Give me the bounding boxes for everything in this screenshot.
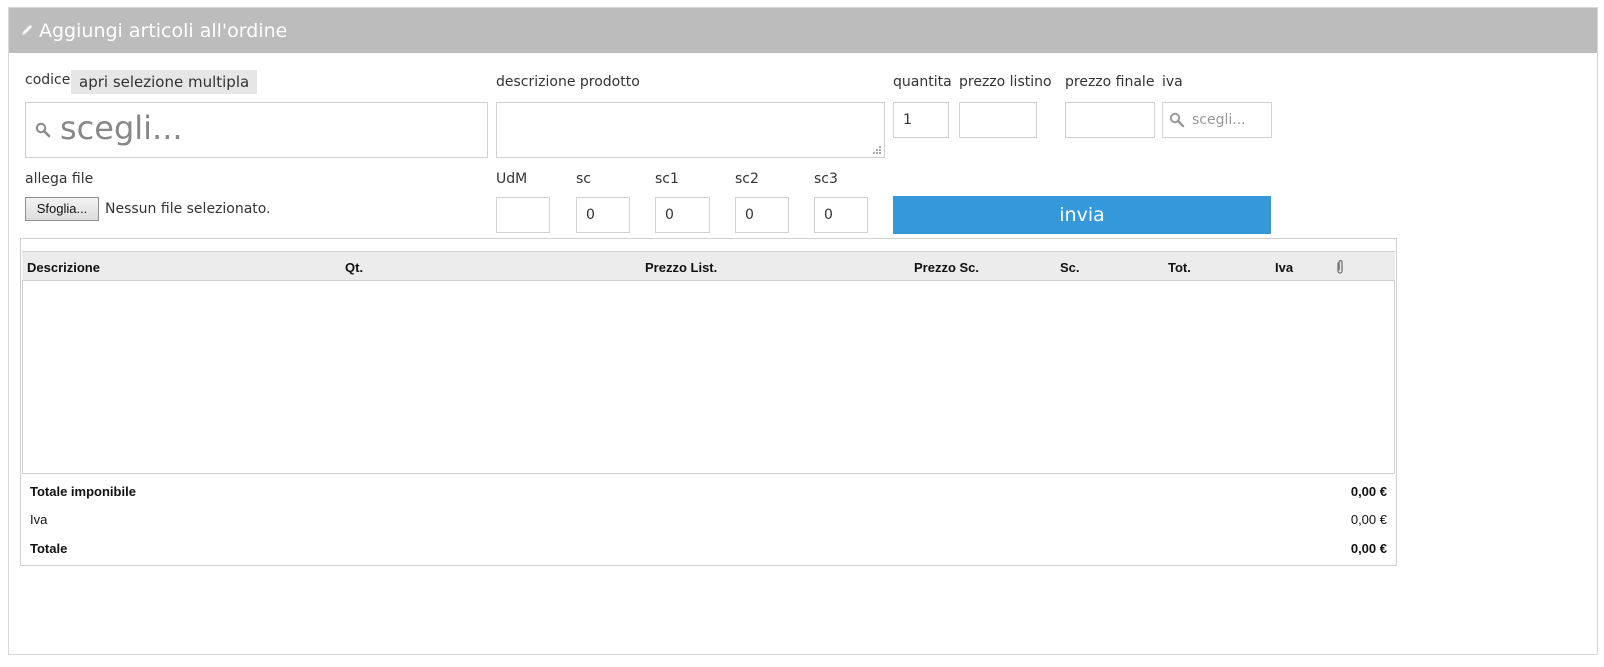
submit-button[interactable]: invia: [893, 196, 1271, 234]
column-header-descrizione: Descrizione: [27, 260, 100, 275]
descrizione-textarea[interactable]: [496, 102, 885, 158]
sc-input[interactable]: 0: [576, 197, 630, 233]
sc3-value: 0: [824, 207, 833, 223]
iva-total-label: Iva: [30, 512, 48, 527]
sc3-input[interactable]: 0: [814, 197, 868, 233]
multi-select-button[interactable]: apri selezione multipla: [71, 70, 258, 94]
iva-placeholder: scegli...: [1192, 112, 1246, 128]
table-header: Descrizione Qt. Prezzo List. Prezzo Sc. …: [22, 251, 1395, 281]
sc1-input[interactable]: 0: [655, 197, 710, 233]
search-icon: [35, 122, 51, 138]
no-file-text: Nessun file selezionato.: [105, 201, 271, 217]
totale-label: Totale: [30, 541, 68, 556]
allega-label: allega file: [25, 171, 94, 187]
sc-value: 0: [586, 207, 595, 223]
sc2-label: sc2: [735, 171, 759, 187]
search-icon: [1169, 112, 1185, 128]
udm-label: UdM: [496, 171, 528, 187]
pencil-icon: [22, 25, 32, 35]
codice-placeholder: scegli...: [60, 109, 183, 147]
prezzo-listino-label: prezzo listino: [959, 74, 1052, 90]
column-header-tot: Tot.: [1168, 260, 1191, 275]
panel-header: Aggiungi articoli all'ordine: [9, 8, 1597, 53]
codice-label: codice: [25, 72, 71, 88]
prezzo-listino-input[interactable]: [959, 102, 1037, 138]
sc-label: sc: [576, 171, 591, 187]
quantita-label: quantita: [893, 74, 952, 90]
sc3-label: sc3: [814, 171, 838, 187]
prezzo-finale-input[interactable]: [1065, 102, 1155, 138]
column-header-qt: Qt.: [345, 260, 364, 275]
iva-label: iva: [1162, 74, 1183, 90]
sc2-input[interactable]: 0: [735, 197, 789, 233]
iva-select[interactable]: scegli...: [1162, 102, 1272, 138]
column-header-sc: Sc.: [1060, 260, 1080, 275]
add-items-panel: Aggiungi articoli all'ordine codice apri…: [8, 7, 1598, 655]
udm-input[interactable]: [496, 197, 550, 233]
sc2-value: 0: [745, 207, 754, 223]
descrizione-label: descrizione prodotto: [496, 74, 640, 90]
panel-title: Aggiungi articoli all'ordine: [39, 20, 288, 42]
quantita-value: 1: [903, 112, 912, 128]
prezzo-finale-label: prezzo finale: [1065, 74, 1155, 90]
codice-select[interactable]: scegli...: [25, 102, 488, 158]
browse-button[interactable]: Sfoglia...: [25, 197, 99, 221]
iva-total-value: 0,00 €: [1350, 512, 1387, 527]
totale-imponibile-label: Totale imponibile: [30, 484, 136, 499]
column-header-iva: Iva: [1275, 260, 1294, 275]
totale-value: 0,00 €: [1350, 541, 1387, 556]
sc1-value: 0: [665, 207, 674, 223]
quantita-input[interactable]: 1: [893, 102, 949, 138]
items-table: Descrizione Qt. Prezzo List. Prezzo Sc. …: [20, 238, 1397, 566]
column-header-prezzo-sc: Prezzo Sc.: [914, 260, 980, 275]
sc1-label: sc1: [655, 171, 679, 187]
table-body: [22, 281, 1395, 474]
paperclip-icon: [1337, 260, 1343, 274]
resize-handle-icon[interactable]: [872, 145, 882, 155]
column-header-prezzo-list: Prezzo List.: [645, 260, 718, 275]
totale-imponibile-value: 0,00 €: [1350, 484, 1387, 499]
